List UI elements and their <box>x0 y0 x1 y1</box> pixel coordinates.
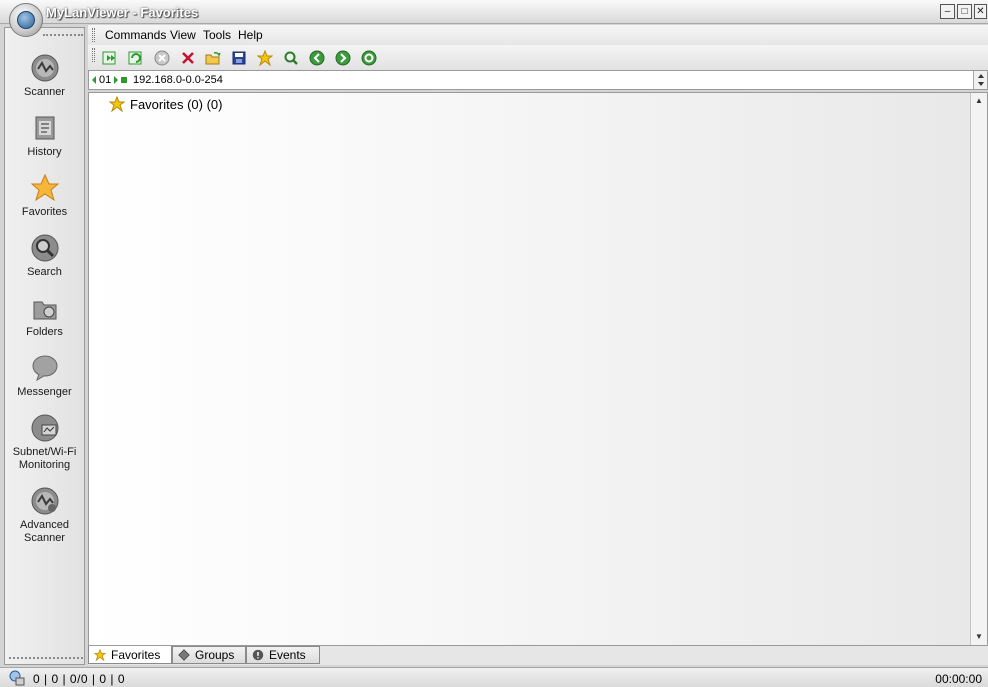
rescan-icon <box>128 51 142 65</box>
menu-bar: Commands View Tools Help <box>88 25 988 45</box>
add-favorite-icon <box>257 50 273 66</box>
nav-folders[interactable]: Folders <box>5 293 84 339</box>
refresh-button[interactable] <box>359 48 379 68</box>
network-status-icon <box>9 670 25 686</box>
nav-label: Search <box>27 266 62 278</box>
nav-label: Favorites <box>21 206 68 218</box>
window-title: MyLanViewer - Favorites <box>46 5 199 20</box>
favorites-star-icon <box>30 173 59 202</box>
nav-history[interactable]: History <box>5 113 84 159</box>
spinner-arrows-icon[interactable] <box>974 71 988 89</box>
address-selector[interactable]: 01 <box>92 74 128 86</box>
vertical-scrollbar[interactable]: ▲ ▼ <box>970 93 987 645</box>
favorites-star-icon <box>109 96 125 112</box>
nav-favorites[interactable]: Favorites <box>5 173 84 219</box>
scroll-down-icon[interactable]: ▼ <box>973 631 985 643</box>
app-logo-icon[interactable] <box>9 3 43 37</box>
forward-icon <box>335 50 351 66</box>
nav-label-line2: Scanner <box>24 532 65 544</box>
maximize-button[interactable]: □ <box>957 4 972 19</box>
forward-button[interactable] <box>333 48 353 68</box>
nav-label-line2: Monitoring <box>18 459 71 471</box>
tab-events[interactable]: Events <box>246 646 320 664</box>
nav-search[interactable]: Search <box>5 233 84 279</box>
nav-label: Messenger <box>17 386 72 398</box>
title-bar: MyLanViewer - Favorites – □ ✕ <box>0 0 988 24</box>
nav-scanner[interactable]: Scanner <box>5 53 84 99</box>
rescan-button[interactable] <box>126 48 146 68</box>
back-button[interactable] <box>307 48 327 68</box>
open-button[interactable] <box>203 48 223 68</box>
address-bar[interactable]: 01 192.168.0-0.0-254 <box>88 70 988 90</box>
find-button[interactable] <box>281 48 301 68</box>
tab-label: Favorites <box>111 647 161 662</box>
status-counts: 0 | 0 | 0/0 | 0 | 0 <box>33 672 126 686</box>
panel-grip-top <box>43 34 83 36</box>
nav-label: Scanner <box>24 86 65 98</box>
back-icon <box>309 50 325 66</box>
menu-tools[interactable]: Tools <box>203 28 231 42</box>
address-prefix: 01 <box>99 74 112 86</box>
stop-button[interactable] <box>152 48 172 68</box>
status-square-icon <box>121 77 128 83</box>
status-bar: 0 | 0 | 0/0 | 0 | 0 00:00:00 <box>0 667 988 687</box>
history-icon <box>35 116 54 140</box>
close-button[interactable]: ✕ <box>974 4 987 19</box>
tab-label: Groups <box>195 648 235 662</box>
minimize-button[interactable]: – <box>940 4 955 19</box>
events-alert-icon <box>252 649 264 661</box>
search-icon <box>31 234 58 262</box>
tab-favorites[interactable]: Favorites <box>88 646 172 664</box>
navigation-panel: Scanner History Favorites Search Folders <box>4 27 85 665</box>
arrow-right-icon[interactable] <box>113 76 119 84</box>
tree-node-label: Favorites (0) (0) <box>130 96 223 112</box>
tree-node-favorites[interactable]: Favorites (0) (0) <box>109 96 222 112</box>
save-button[interactable] <box>229 48 249 68</box>
menu-view[interactable]: View <box>170 28 196 42</box>
panel-grip-bottom <box>9 657 83 659</box>
scanner-icon <box>31 54 58 82</box>
subnet-monitoring-icon <box>31 414 58 442</box>
nav-label-line1: Subnet/Wi-Fi <box>12 446 77 458</box>
tab-label: Events <box>269 648 306 662</box>
messenger-icon <box>32 355 57 382</box>
nav-label: Folders <box>26 326 63 338</box>
folders-icon <box>33 301 56 320</box>
delete-button[interactable] <box>178 48 198 68</box>
nav-label-line1: Advanced <box>20 519 69 531</box>
find-icon <box>284 51 298 65</box>
scroll-up-icon[interactable]: ▲ <box>973 95 985 107</box>
nav-label: History <box>27 146 62 158</box>
favorites-tree-view[interactable]: Favorites (0) (0) ▲ ▼ <box>88 92 988 646</box>
menu-grip[interactable] <box>92 28 95 42</box>
address-spinner[interactable] <box>973 71 987 89</box>
favorites-star-icon <box>94 648 106 661</box>
nav-subnet-monitoring[interactable]: Subnet/Wi-Fi Monitoring <box>5 413 84 472</box>
ip-range-value[interactable]: 192.168.0-0.0-254 <box>133 74 223 86</box>
scan-icon <box>102 51 116 65</box>
nav-messenger[interactable]: Messenger <box>5 353 84 399</box>
advanced-scanner-icon <box>31 487 58 515</box>
refresh-icon <box>361 50 377 66</box>
groups-icon <box>178 649 190 661</box>
nav-advanced-scanner[interactable]: Advanced Scanner <box>5 486 84 545</box>
menu-help[interactable]: Help <box>238 28 263 42</box>
toolbar-grip[interactable] <box>92 48 95 62</box>
stop-icon <box>154 50 170 66</box>
menu-commands[interactable]: Commands <box>105 28 166 42</box>
toolbar <box>88 45 988 70</box>
status-time: 00:00:00 <box>935 672 982 686</box>
open-folder-icon <box>205 52 221 65</box>
add-favorite-button[interactable] <box>255 48 275 68</box>
tab-groups[interactable]: Groups <box>172 646 246 664</box>
tab-bar: Favorites Groups Events <box>88 646 988 665</box>
delete-icon <box>182 52 194 64</box>
arrow-left-icon[interactable] <box>92 76 97 84</box>
scan-button[interactable] <box>100 48 120 68</box>
save-icon <box>232 51 246 65</box>
